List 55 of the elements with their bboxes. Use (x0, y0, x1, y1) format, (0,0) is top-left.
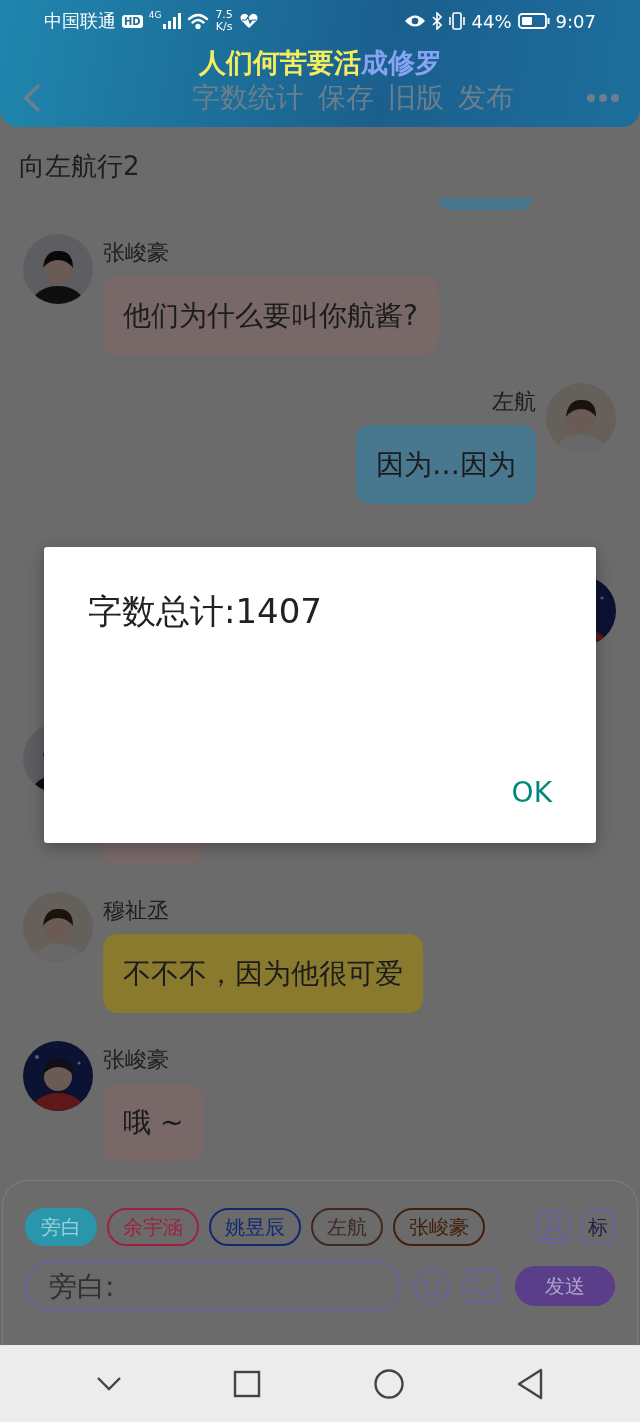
speed-unit: K/s (215, 21, 233, 33)
speaker-name: 左航 (492, 388, 536, 416)
speed-value: 7.5 (215, 9, 233, 21)
role-chip[interactable]: 姚昱辰 (209, 1208, 301, 1246)
ok-button[interactable]: OK (497, 770, 566, 815)
hd-badge: HD (122, 14, 143, 28)
heart-rate-icon (238, 12, 259, 30)
recents-button[interactable] (233, 1369, 262, 1398)
vibrate-icon (447, 12, 466, 30)
header-action[interactable]: 保存 (318, 79, 374, 117)
message-bubble: 不不不，因为他很可爱 (103, 934, 423, 1013)
clock-time: 9:07 (555, 10, 596, 32)
message-bubble: 他们为什么要叫你航酱? (103, 276, 438, 355)
send-button[interactable]: 发送 (515, 1266, 615, 1306)
message-input[interactable]: 旁白: (25, 1261, 401, 1311)
chapter-title: 向左航行2 (18, 150, 141, 183)
tag-button[interactable]: 标 (581, 1210, 615, 1244)
speaker-name: 张峻豪 (103, 239, 169, 267)
header-action[interactable]: 发布 (458, 79, 514, 117)
role-chip[interactable]: 旁白 (25, 1208, 97, 1246)
role-chip[interactable]: 张峻豪 (393, 1208, 485, 1246)
eye-icon (403, 14, 426, 28)
speaker-name: 张峻豪 (103, 1046, 169, 1074)
header-action[interactable]: 旧版 (388, 79, 444, 117)
header-action[interactable]: 字数统计 (192, 79, 304, 117)
battery-percent: 44% (471, 10, 512, 32)
more-icon (586, 93, 620, 103)
message-bubble: 因为…因为 (356, 425, 536, 504)
person-icon (542, 1214, 566, 1240)
story-title: 人们何苦要活 (198, 48, 361, 78)
collapse-button[interactable] (95, 1375, 122, 1392)
signal-icon (163, 13, 182, 29)
wifi-icon (187, 13, 210, 29)
speaker-name: 穆祉丞 (103, 897, 169, 925)
home-button[interactable] (372, 1367, 405, 1400)
battery-icon (517, 13, 550, 29)
dialog-message: 字数总计:1407 (88, 591, 323, 633)
back-nav-button[interactable] (516, 1367, 545, 1400)
role-chip[interactable]: 左航 (311, 1208, 383, 1246)
story-title: 成修罗 (360, 48, 442, 78)
character-button[interactable] (537, 1210, 571, 1244)
square-icon (233, 1369, 262, 1398)
emoji-button[interactable] (413, 1267, 451, 1305)
image-button[interactable] (463, 1269, 499, 1303)
role-chip[interactable]: 余宇涵 (107, 1208, 199, 1246)
chevron-down-icon (95, 1375, 122, 1392)
circle-icon (372, 1367, 405, 1400)
network-type: 4G (148, 10, 162, 20)
message-bubble: 哦 ~ (103, 1083, 204, 1162)
carrier-name: 中国联通 (44, 9, 116, 33)
triangle-icon (516, 1367, 545, 1400)
bluetooth-icon (431, 12, 442, 30)
more-button[interactable] (586, 93, 620, 103)
back-icon (22, 83, 42, 113)
back-button[interactable] (22, 83, 42, 113)
